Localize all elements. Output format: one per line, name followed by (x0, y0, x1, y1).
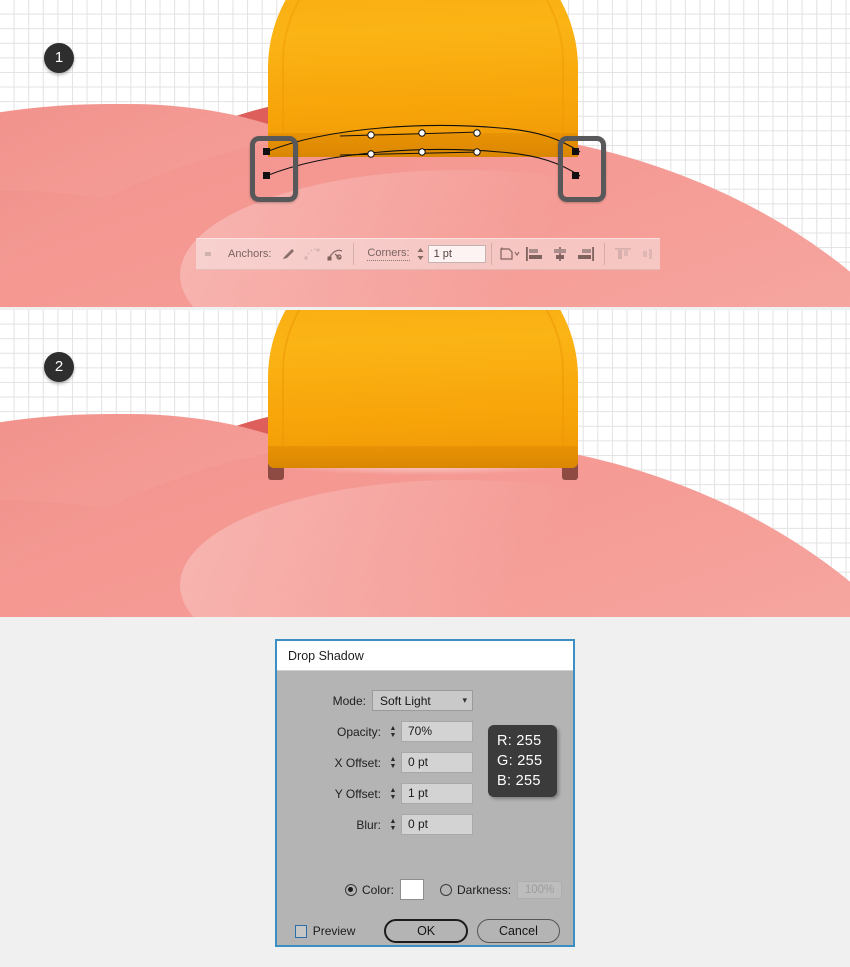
blur-label: Blur: (356, 817, 381, 832)
orange-dome-rim (282, 310, 564, 466)
stepper-down-icon: ▼ (389, 762, 397, 770)
distribute-icon (636, 242, 660, 266)
x-offset-input[interactable]: 0 pt (401, 752, 473, 773)
stepper-up-icon: ▲ (389, 724, 397, 732)
anchor-selection-box-right[interactable] (558, 136, 606, 202)
canvas-panel-step-1: Anchors: Corners: 1 pt 1 (0, 0, 850, 307)
control-divider (490, 243, 492, 265)
anchor-point (473, 129, 481, 137)
mode-label: Mode: (332, 693, 366, 708)
x-offset-stepper[interactable]: ▲ ▼ (387, 752, 399, 773)
blur-input[interactable]: 0 pt (401, 814, 473, 835)
mode-select[interactable]: Soft Light ▾ (372, 690, 473, 711)
opacity-stepper[interactable]: ▲ ▼ (387, 721, 399, 742)
mode-value: Soft Light (380, 693, 431, 708)
step-badge-1: 1 (44, 43, 74, 73)
orange-dome-base-band (268, 446, 578, 468)
stepper-down-icon: ▼ (389, 824, 397, 832)
opacity-label: Opacity: (336, 724, 381, 739)
distribute-top-icon (610, 242, 636, 266)
darkness-label: Darkness: (457, 882, 512, 897)
control-divider (353, 243, 355, 265)
blur-stepper[interactable]: ▲ ▼ (387, 814, 399, 835)
chevron-down-icon: ▾ (462, 695, 467, 705)
opacity-input[interactable]: 70% (401, 721, 473, 742)
dialog-button-row: Preview OK Cancel (295, 919, 560, 943)
rgb-green-value: G: 255 (497, 753, 543, 769)
align-right-icon[interactable] (573, 242, 599, 266)
y-offset-label: Y Offset: (334, 786, 381, 801)
corners-stepper[interactable] (415, 247, 426, 261)
smooth-path-icon (300, 242, 324, 266)
drop-shadow-dialog: Drop Shadow Mode: Soft Light ▾ Opacity: … (275, 639, 575, 947)
mode-row: Mode: Soft Light ▾ (277, 688, 473, 713)
blur-row: Blur: ▲ ▼ 0 pt (277, 812, 473, 837)
dialog-field-rows: Mode: Soft Light ▾ Opacity: ▲ ▼ 70% X Of… (277, 688, 473, 843)
anchor-point (367, 131, 375, 139)
stepper-up-icon: ▲ (389, 786, 397, 794)
anchor-point (418, 148, 426, 156)
color-radio[interactable] (345, 883, 357, 896)
x-offset-label: X Offset: (334, 755, 381, 770)
darkness-radio[interactable] (440, 883, 453, 896)
rgb-blue-value: B: 255 (497, 773, 541, 789)
anchor-selection-box-left[interactable] (250, 136, 298, 202)
anchors-label: Anchors: (228, 248, 272, 260)
align-center-horizontal-icon[interactable] (547, 242, 573, 266)
darkness-input: 100% (517, 880, 563, 899)
rgb-value-badge: R: 255 G: 255 B: 255 (488, 725, 557, 797)
color-darkness-row: Color: Darkness: 100% (345, 879, 563, 900)
ok-button[interactable]: OK (384, 919, 468, 943)
y-offset-row: Y Offset: ▲ ▼ 1 pt (277, 781, 473, 806)
dialog-body: Mode: Soft Light ▾ Opacity: ▲ ▼ 70% X Of… (277, 671, 573, 948)
corners-label: Corners: (367, 247, 410, 261)
anchor-point (473, 148, 481, 156)
path-handle-upper (339, 131, 481, 137)
color-swatch[interactable] (400, 879, 425, 900)
step-badge-2: 2 (44, 352, 74, 382)
canvas-panel-step-2: 2 (0, 310, 850, 617)
stepper-up-icon: ▲ (389, 755, 397, 763)
preview-label: Preview (312, 924, 356, 938)
illustrator-control-bar[interactable]: Anchors: Corners: 1 pt (196, 238, 660, 270)
rgb-red-value: R: 255 (497, 733, 542, 749)
dialog-title-bar: Drop Shadow (277, 641, 573, 671)
stepper-down-icon: ▼ (389, 731, 397, 739)
cancel-button[interactable]: Cancel (476, 919, 560, 943)
dialog-title: Drop Shadow (288, 648, 364, 663)
align-left-icon[interactable] (521, 242, 547, 266)
stepper-down-icon: ▼ (389, 793, 397, 801)
anchor-point (367, 150, 375, 158)
y-offset-stepper[interactable]: ▲ ▼ (387, 783, 399, 804)
opacity-row: Opacity: ▲ ▼ 70% (277, 719, 473, 744)
corners-input[interactable]: 1 pt (427, 245, 486, 263)
y-offset-input[interactable]: 1 pt (401, 783, 473, 804)
preview-checkbox[interactable] (295, 924, 307, 938)
anchor-point (418, 129, 426, 137)
convert-anchor-point-icon[interactable] (276, 242, 300, 266)
x-offset-row: X Offset: ▲ ▼ 0 pt (277, 750, 473, 775)
panel-grip-icon (196, 242, 220, 266)
shape-options-icon[interactable] (497, 242, 521, 266)
stepper-up-icon: ▲ (389, 817, 397, 825)
cut-path-icon[interactable] (324, 242, 348, 266)
control-divider (603, 243, 605, 265)
color-label: Color: (362, 882, 395, 897)
